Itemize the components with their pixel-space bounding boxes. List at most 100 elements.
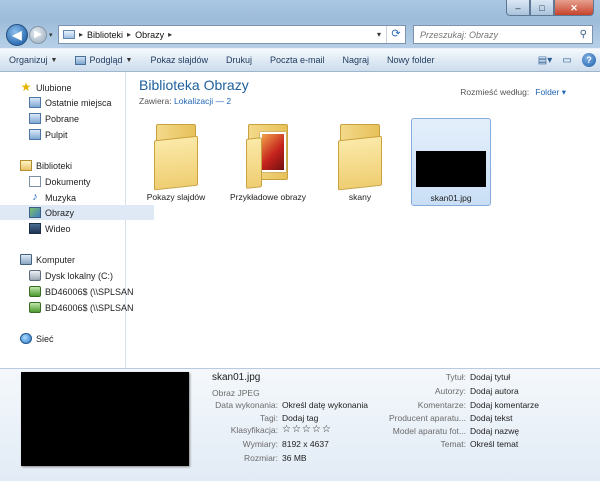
detail-row-subject: Temat: Określ temat — [360, 439, 590, 452]
sidebar-item-label: Dokumenty — [45, 176, 91, 187]
music-note-icon: ♪ — [32, 191, 38, 203]
folder-icon — [154, 124, 198, 191]
tags-field[interactable]: Dodaj tag — [282, 413, 318, 423]
help-button-wrap: ? — [578, 50, 600, 70]
tile-label: skany — [348, 192, 372, 202]
sidebar-libraries[interactable]: Biblioteki — [0, 158, 145, 173]
sidebar-network[interactable]: Sieć — [0, 331, 145, 346]
sidebar-item-label: Dysk lokalny (C:) — [45, 270, 114, 281]
subject-field[interactable]: Określ temat — [470, 439, 518, 449]
camera-maker-field[interactable]: Dodaj tekst — [470, 413, 513, 423]
print-button[interactable]: Drukuj — [217, 49, 261, 71]
minimize-button[interactable]: – — [506, 0, 530, 16]
sidebar-item-label: BD46006$ (\\SPLSAN — [45, 286, 134, 297]
forward-button[interactable]: ▶ — [29, 26, 47, 44]
back-button[interactable]: ◀ — [6, 24, 28, 46]
sidebar-item-label: BD46006$ (\\SPLSAN — [45, 302, 134, 313]
main-area: ★ Ulubione Ostatnie miejsca Pobrane Pulp… — [0, 72, 600, 368]
date-taken-field[interactable]: Określ datę wykonania — [282, 400, 368, 410]
recent-pages-dropdown[interactable]: ▾ — [49, 31, 53, 39]
help-icon[interactable]: ? — [582, 53, 596, 67]
slideshow-button[interactable]: Pokaz slajdów — [141, 49, 217, 71]
sidebar-favorites[interactable]: ★ Ulubione — [0, 80, 145, 95]
locations-link[interactable]: Lokalizacji — 2 — [174, 96, 231, 106]
breadcrumb-biblioteki[interactable]: Biblioteki — [83, 30, 127, 40]
folder-icon — [338, 124, 382, 191]
arrange-by-dropdown[interactable]: Folder ▾ — [535, 87, 566, 97]
sidebar-item-label: Wideo — [45, 223, 71, 234]
file-tile-skan01[interactable]: skan01.jpg — [411, 118, 491, 206]
address-bar[interactable]: ▸ Biblioteki ▸ Obrazy ▸ ▾ ⟳ — [58, 25, 406, 44]
sidebar-computer[interactable]: Komputer — [0, 252, 145, 267]
image-thumbnail — [416, 151, 486, 187]
explorer-window: – □ ✕ ◀ ▶ ▾ ▸ Biblioteki ▸ Obrazy ▸ ▾ ⟳ … — [0, 0, 600, 481]
folder-tile-sample-pictures[interactable]: Przykładowe obrazy — [228, 120, 308, 208]
breadcrumb-obrazy[interactable]: Obrazy — [131, 30, 168, 40]
arrange-value: Folder — [535, 87, 560, 97]
folder-tile-scans[interactable]: skany — [320, 120, 400, 208]
arrange-label: Rozmieść według: — [460, 87, 530, 97]
search-input[interactable] — [420, 29, 570, 40]
authors-field[interactable]: Dodaj autora — [470, 386, 519, 396]
sidebar-item-label: Ostatnie miejsca — [45, 97, 112, 108]
rating-stars[interactable]: ☆☆☆☆☆ — [282, 424, 332, 435]
detail-key: Wymiary: — [242, 439, 278, 449]
star-icon: ★ — [20, 80, 32, 94]
hard-drive-icon — [29, 270, 41, 281]
detail-key: Temat: — [440, 439, 466, 449]
chevron-down-icon: ▼ — [50, 56, 58, 64]
preview-menu[interactable]: Podgląd ▼ — [66, 49, 141, 71]
title-field[interactable]: Dodaj tytuł — [470, 372, 510, 382]
downloads-icon — [29, 113, 41, 124]
sidebar-item-label: Biblioteki — [36, 160, 73, 171]
sidebar-item-label: Obrazy — [45, 207, 75, 218]
navigation-pane[interactable]: ★ Ulubione Ostatnie miejsca Pobrane Pulp… — [0, 72, 154, 368]
refresh-icon[interactable]: ⟳ — [386, 26, 405, 43]
detail-key: Tytuł: — [445, 372, 466, 382]
detail-key: Data wykonania: — [215, 400, 278, 410]
size-value: 36 MB — [282, 453, 307, 463]
detail-row-comments: Komentarze: Dodaj komentarze — [360, 400, 590, 413]
detail-row-size: Rozmiar: 36 MB — [150, 453, 530, 466]
detail-key: Komentarze: — [417, 400, 466, 410]
view-options-icon[interactable]: ▤▾ — [534, 50, 556, 70]
libraries-icon — [20, 160, 32, 171]
search-box[interactable]: ⚲ — [413, 25, 593, 44]
network-drive-icon — [29, 286, 41, 297]
library-includes: Zawiera: Lokalizacji — 2 — [139, 96, 231, 106]
preview-icon — [75, 55, 87, 65]
details-pane: skan01.jpg Obraz JPEG Data wykonania: Ok… — [0, 368, 600, 481]
maximize-button[interactable]: □ — [530, 0, 554, 16]
chevron-right-icon[interactable]: ▸ — [168, 30, 172, 39]
organize-menu[interactable]: Organizuj ▼ — [0, 49, 66, 71]
details-file-type: Obraz JPEG — [212, 388, 260, 398]
includes-label: Zawiera: — [139, 96, 172, 106]
network-globe-icon — [20, 333, 32, 344]
detail-row-authors: Autorzy: Dodaj autora — [360, 386, 590, 399]
preview-pane-icon[interactable]: ▭ — [556, 50, 578, 70]
command-bar: Organizuj ▼ Podgląd ▼ Pokaz slajdów Druk… — [0, 48, 600, 72]
tile-label: Przykładowe obrazy — [229, 192, 307, 202]
new-folder-button[interactable]: Nowy folder — [378, 49, 444, 71]
arrange-by: Rozmieść według: Folder ▾ — [460, 87, 566, 98]
camera-model-field[interactable]: Dodaj nazwę — [470, 426, 519, 436]
search-icon[interactable]: ⚲ — [580, 29, 587, 40]
detail-key: Rozmiar: — [243, 453, 278, 463]
detail-row-camera-model: Model aparatu fot... Dodaj nazwę — [360, 426, 590, 439]
burn-button[interactable]: Nagraj — [334, 49, 379, 71]
sidebar-item-label: Sieć — [36, 333, 54, 344]
detail-key: Tagi: — [260, 413, 278, 423]
tile-label: skan01.jpg — [430, 193, 472, 203]
address-dropdown[interactable]: ▾ — [372, 30, 386, 39]
email-button[interactable]: Poczta e-mail — [261, 49, 334, 71]
organize-label: Organizuj — [9, 55, 48, 65]
close-button[interactable]: ✕ — [554, 0, 594, 16]
folder-tile-slideshows[interactable]: Pokazy slajdów — [136, 120, 216, 208]
file-list-pane[interactable]: Biblioteka Obrazy Zawiera: Lokalizacji —… — [126, 72, 600, 368]
video-icon — [29, 223, 41, 234]
preview-label: Podgląd — [89, 55, 123, 65]
comments-field[interactable]: Dodaj komentarze — [470, 400, 539, 410]
caption-buttons: – □ ✕ — [506, 0, 594, 16]
folder-with-photo-icon — [246, 124, 290, 189]
sidebar-item-label: Pulpit — [45, 129, 68, 140]
